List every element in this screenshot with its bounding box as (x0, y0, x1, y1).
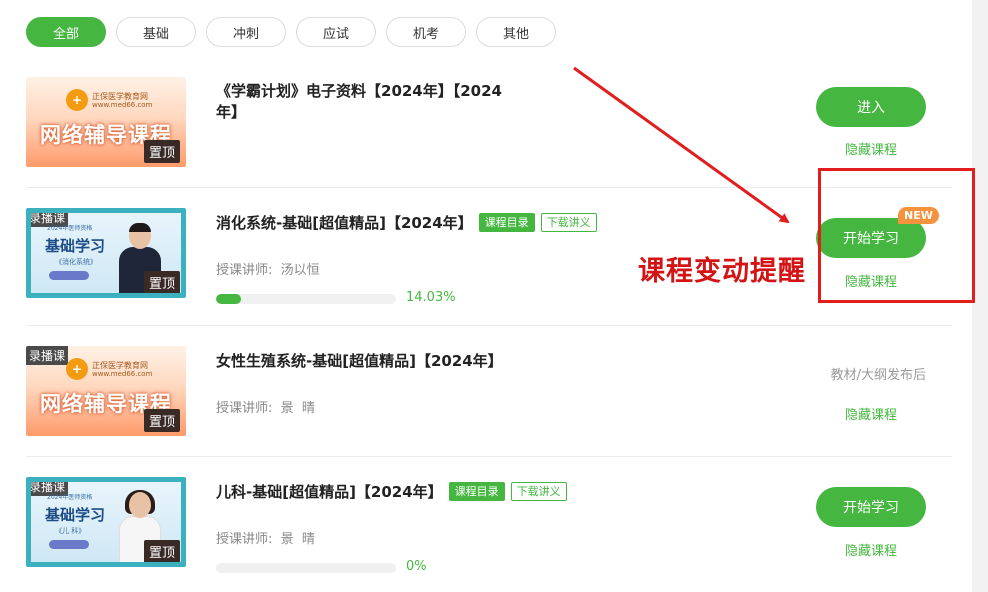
category-tabs: 全部 基础 冲刺 应试 机考 其他 (26, 17, 556, 47)
course-catalog-chip[interactable]: 课程目录 (478, 213, 535, 232)
progress-percent: 0% (406, 559, 427, 574)
pinned-badge: 置顶 (143, 540, 180, 562)
teacher-info: 授课讲师: 汤以恒 (216, 259, 320, 278)
brand-logo: + 正保医学教育网 www.med66.com (66, 89, 156, 111)
teacher-name: 景 晴 (280, 401, 315, 416)
course-title-line: 《学霸计划》电子资料【2024年】【2024 (216, 82, 502, 100)
start-learning-button[interactable]: 开始学习 (816, 487, 926, 527)
download-notes-chip[interactable]: 下载讲义 (540, 213, 597, 232)
teacher-info: 授课讲师: 景 晴 (216, 528, 315, 547)
course-title[interactable]: 女性生殖系统-基础[超值精品]【2024年】 (216, 351, 503, 372)
teacher-label: 授课讲师: (216, 532, 273, 547)
thumbnail-subject: 《儿 科》 (55, 527, 86, 535)
pinned-badge: 置顶 (143, 271, 180, 293)
hide-course-link[interactable]: 隐藏课程 (816, 540, 926, 559)
course-title[interactable]: 儿科-基础[超值精品]【2024年】 (216, 483, 443, 501)
hide-course-link[interactable]: 隐藏课程 (816, 404, 926, 423)
teacher-label: 授课讲师: (216, 401, 273, 416)
thumbnail-title: 基础学习 (45, 237, 106, 255)
annotation-label: 课程变动提醒 (638, 256, 806, 287)
course-title-block: 儿科-基础[超值精品]【2024年】 课程目录 下载讲义 (216, 482, 567, 503)
logo-url: www.med66.com (92, 370, 153, 378)
course-thumbnail[interactable]: 录播课 2024年医师资格 基础学习 《消化系统》 置顶 (26, 208, 186, 298)
pinned-badge: 置顶 (143, 409, 180, 432)
teacher-name: 景 晴 (280, 532, 315, 547)
thumbnail-title: 基础学习 (45, 506, 106, 524)
thumbnail-pill (49, 271, 89, 280)
thumbnail-subtitle: 2024年医师资格 (47, 225, 93, 232)
course-title[interactable]: 《学霸计划》电子资料【2024年】【2024 年】 (216, 81, 502, 123)
course-thumbnail[interactable]: 录播课 + 正保医学教育网 www.med66.com 网络辅导课程 置顶 (26, 346, 186, 436)
teacher-info: 授课讲师: 景 晴 (216, 397, 315, 416)
logo-url: www.med66.com (92, 101, 153, 109)
availability-status: 教材/大纲发布后 (830, 368, 926, 383)
tab-all[interactable]: 全部 (26, 17, 106, 47)
course-item: + 正保医学教育网 www.med66.com 网络辅导课程 置顶 《学霸计划》… (26, 77, 952, 177)
course-item: 录播课 2024年医师资格 基础学习 《消化系统》 置顶 消化系统-基础[超值精… (26, 208, 952, 308)
row-divider (26, 325, 952, 326)
progress-bar (216, 563, 396, 573)
course-item: 录播课 + 正保医学教育网 www.med66.com 网络辅导课程 置顶 女性… (26, 346, 952, 436)
progress-bar (216, 294, 396, 304)
tab-basic[interactable]: 基础 (116, 17, 196, 47)
course-catalog-chip[interactable]: 课程目录 (448, 482, 505, 501)
annotation-highlight-box (818, 168, 975, 303)
tab-other[interactable]: 其他 (476, 17, 556, 47)
brand-logo: + 正保医学教育网 www.med66.com (66, 358, 156, 380)
download-notes-chip[interactable]: 下载讲义 (510, 482, 567, 501)
course-title-block: 消化系统-基础[超值精品]【2024年】 课程目录 下载讲义 (216, 213, 597, 234)
row-divider (26, 187, 952, 188)
progress-percent: 14.03% (406, 290, 456, 305)
enter-button[interactable]: 进入 (816, 87, 926, 127)
teacher-name: 汤以恒 (280, 263, 320, 278)
course-title[interactable]: 消化系统-基础[超值精品]【2024年】 (216, 214, 473, 232)
course-thumbnail[interactable]: 录播课 2024年医师资格 基础学习 《儿 科》 置顶 (26, 477, 186, 567)
course-thumbnail[interactable]: + 正保医学教育网 www.med66.com 网络辅导课程 置顶 (26, 77, 186, 167)
tab-exam[interactable]: 应试 (296, 17, 376, 47)
pinned-badge: 置顶 (143, 140, 180, 163)
brand-logo-icon: + (66, 89, 88, 111)
progress-fill (216, 294, 242, 304)
tab-sprint[interactable]: 冲刺 (206, 17, 286, 47)
brand-logo-icon: + (66, 358, 88, 380)
teacher-label: 授课讲师: (216, 263, 273, 278)
course-item: 录播课 2024年医师资格 基础学习 《儿 科》 置顶 儿科-基础[超值精品]【… (26, 477, 952, 577)
recorded-tag: 录播课 (26, 346, 69, 365)
thumbnail-subtitle: 2024年医师资格 (47, 494, 93, 501)
thumbnail-subject: 《消化系统》 (55, 258, 97, 266)
tab-computer-exam[interactable]: 机考 (386, 17, 466, 47)
thumbnail-pill (49, 540, 89, 549)
course-title-line: 年】 (216, 103, 247, 121)
hide-course-link[interactable]: 隐藏课程 (816, 139, 926, 158)
row-divider (26, 456, 952, 457)
